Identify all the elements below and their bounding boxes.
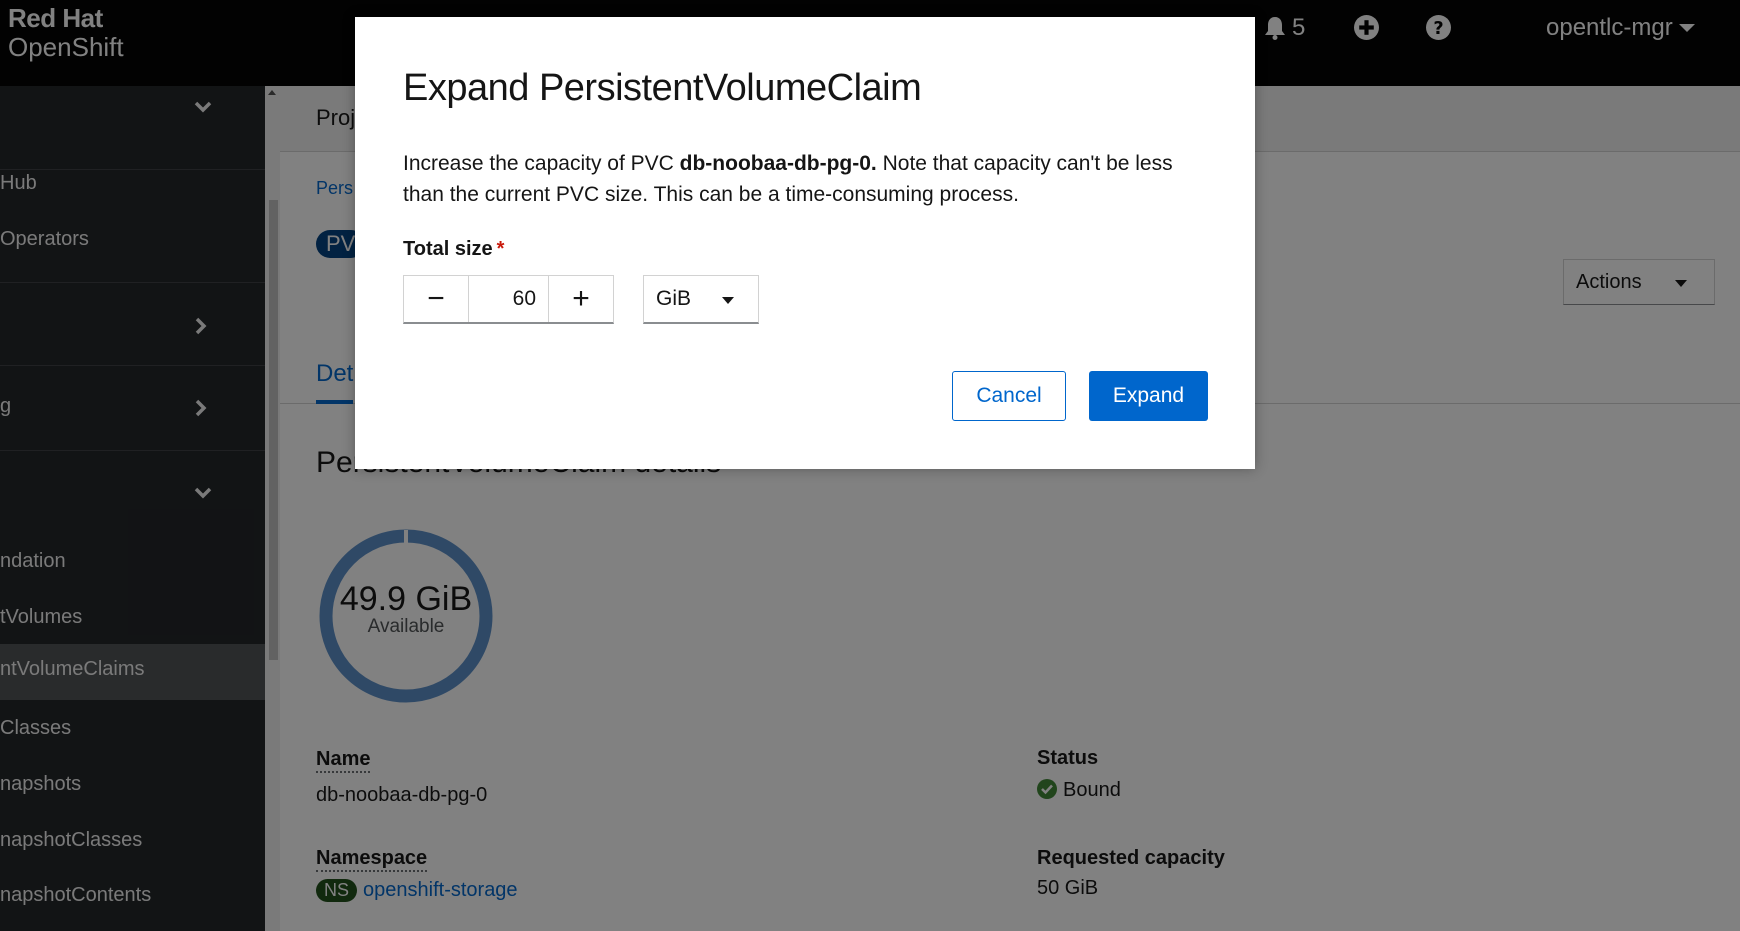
modal-title: Expand PersistentVolumeClaim [403,67,922,109]
unit-value: GiB [656,287,692,310]
minus-icon: − [427,282,445,315]
required-asterisk: * [496,238,505,260]
caret-down-icon [722,297,734,304]
modal-description: Increase the capacity of PVC db-noobaa-d… [403,148,1203,210]
expand-pvc-modal: Expand PersistentVolumeClaim Increase th… [355,17,1255,469]
total-size-label: Total size * [403,238,504,261]
expand-button[interactable]: Expand [1089,371,1208,421]
size-input[interactable] [469,276,548,322]
decrement-button[interactable]: − [404,276,469,322]
size-stepper: − + [403,275,614,324]
increment-button[interactable]: + [548,276,613,322]
pvc-name: db-noobaa-db-pg-0. [679,152,877,175]
plus-icon: + [572,282,590,315]
cancel-button[interactable]: Cancel [952,371,1066,421]
desc-prefix: Increase the capacity of PVC [403,152,680,175]
total-size-label-text: Total size [403,238,493,260]
unit-dropdown[interactable]: GiB [643,275,759,324]
